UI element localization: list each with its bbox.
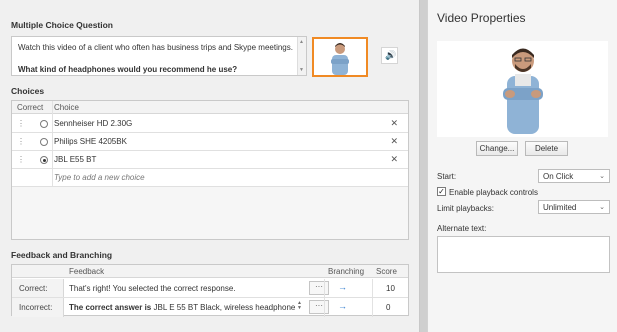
feedback-table: Feedback Branching Score Correct: That's… [11,264,409,317]
delete-choice-icon[interactable]: ✕ [390,154,398,165]
limit-playbacks-label: Limit playbacks: [437,204,494,213]
scroll-up-icon[interactable]: ▲ [299,39,304,45]
question-text-field[interactable]: Watch this video of a client who often h… [11,36,307,76]
col-feedback: Feedback [69,267,105,276]
col-score: Score [376,267,397,276]
feedback-text[interactable]: That's right! You selected the correct r… [69,284,295,293]
feedback-table-header: Feedback Branching Score [12,265,408,278]
chevron-down-icon: ⌄ [599,204,605,211]
scroll-down-icon[interactable]: ▼ [299,67,304,73]
correct-radio[interactable] [40,120,48,128]
choice-label[interactable]: JBL E55 BT [54,155,96,164]
choices-table-header: Correct Choice [12,101,408,114]
question-scrollbar[interactable]: ▲ ▼ [297,37,306,75]
audio-button[interactable]: 🔊 [381,47,398,64]
question-text-bold: What kind of headphones would you recomm… [18,65,238,74]
choice-row[interactable]: ⋮ JBL E55 BT ✕ [12,151,408,169]
feedback-label: Incorrect: [12,298,64,317]
choices-table: Correct Choice ⋮ Sennheiser HD 2.30G ✕ ⋮… [11,100,409,240]
col-choice: Choice [54,103,79,112]
correct-radio-selected[interactable] [40,156,48,164]
change-button[interactable]: Change... [476,141,518,156]
more-button[interactable]: ··· [309,300,329,314]
choice-row[interactable]: ⋮ Philips SHE 4205BK ✕ [12,133,408,151]
drag-handle-icon[interactable]: ⋮ [17,137,25,146]
choices-section-title: Choices [11,86,45,96]
delete-button[interactable]: Delete [525,141,568,156]
delete-choice-icon[interactable]: ✕ [390,136,398,147]
correct-radio[interactable] [40,138,48,146]
alt-text-label: Alternate text: [437,224,487,233]
drag-handle-icon[interactable]: ⋮ [17,119,25,128]
alt-text-field[interactable] [437,236,610,273]
feedback-text[interactable]: The correct answer is JBL E 55 BT Black,… [69,303,295,312]
feedback-section-title: Feedback and Branching [11,250,113,260]
question-text: Watch this video of a client who often h… [18,43,293,52]
delete-choice-icon[interactable]: ✕ [390,118,398,129]
feedback-label: Correct: [12,279,64,297]
panel-title: Video Properties [437,11,526,25]
branch-arrow-icon[interactable]: → [338,301,347,311]
score-value[interactable]: 10 [386,284,395,293]
feedback-row-correct: Correct: That's right! You selected the … [12,279,408,298]
choice-row[interactable]: ⋮ Sennheiser HD 2.30G ✕ [12,115,408,133]
feedback-row-incorrect: Incorrect: The correct answer is JBL E 5… [12,298,408,317]
spin-arrows-icon[interactable]: ▲ ▼ [297,301,302,311]
branch-arrow-icon[interactable]: → [338,282,347,292]
start-label: Start: [437,172,457,181]
col-correct: Correct [17,103,44,112]
question-section-title: Multiple Choice Question [11,20,114,30]
limit-playbacks-select[interactable]: Unlimited ⌄ [538,200,610,214]
speaker-icon: 🔊 [385,50,397,60]
choice-label[interactable]: Sennheiser HD 2.30G [54,119,132,128]
more-button[interactable]: ··· [309,281,329,295]
drag-handle-icon[interactable]: ⋮ [17,155,25,164]
video-properties-panel: Video Properties Change... Delete Start:… [427,0,617,332]
enable-playback-checkbox[interactable]: ✓ [437,187,446,196]
video-preview[interactable] [437,41,608,137]
new-choice-row[interactable]: Type to add a new choice [12,169,408,187]
person-image-icon [331,43,349,75]
question-editor-panel: Multiple Choice Question Watch this vide… [0,0,420,332]
person-image-icon [503,48,543,134]
enable-playback-label[interactable]: Enable playback controls [449,188,538,197]
video-thumbnail[interactable] [312,37,368,77]
choice-label[interactable]: Philips SHE 4205BK [54,137,127,146]
new-choice-placeholder[interactable]: Type to add a new choice [54,173,145,182]
col-branching: Branching [328,267,365,276]
score-value[interactable]: 0 [386,303,390,312]
chevron-down-icon: ⌄ [599,173,605,180]
start-select[interactable]: On Click ⌄ [538,169,610,183]
